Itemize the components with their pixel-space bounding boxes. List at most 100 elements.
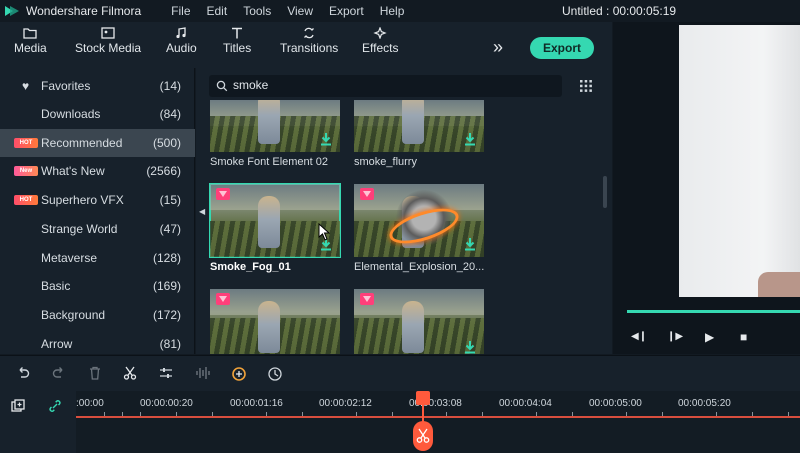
menu-file[interactable]: File <box>171 4 190 18</box>
effects-library: ◀ Smoke Font Element 02 smoke_flurry Smo… <box>196 68 612 354</box>
asset-thumbnail[interactable] <box>210 289 340 354</box>
time-label: 00:00:05:00 <box>589 398 642 409</box>
tab-transitions[interactable]: Transitions <box>280 27 338 55</box>
title-bar: Wondershare Filmora File Edit Tools View… <box>0 0 800 22</box>
menu-view[interactable]: View <box>287 4 313 18</box>
add-track-icon[interactable] <box>11 399 25 413</box>
download-icon[interactable] <box>464 340 476 354</box>
sidebar-item-label: Basic <box>41 279 71 293</box>
project-title: Untitled : 00:00:05:19 <box>562 4 677 18</box>
asset-thumbnail[interactable] <box>354 100 484 152</box>
timeline-toolbar <box>0 355 800 391</box>
export-button[interactable]: Export <box>530 37 594 59</box>
asset-card-smoke-font-element[interactable]: Smoke Font Element 02 <box>210 100 340 168</box>
asset-title: smoke_flurry <box>354 156 417 168</box>
tab-media[interactable]: Media <box>14 27 47 55</box>
speed-icon[interactable] <box>267 366 283 382</box>
time-label: 00:00:02:12 <box>319 398 372 409</box>
sidebar-item-basic[interactable]: Basic (169) <box>0 272 195 300</box>
sidebar-item-downloads[interactable]: Downloads (84) <box>0 100 195 128</box>
tab-transitions-label: Transitions <box>280 41 339 55</box>
sidebar-item-label: Arrow <box>41 337 73 351</box>
menu-help[interactable]: Help <box>380 4 405 18</box>
play-icon[interactable]: ▶ <box>705 330 714 344</box>
sidebar-item-label: Strange World <box>41 222 118 236</box>
premium-gem-icon <box>360 293 374 305</box>
sidebar-item-metaverse[interactable]: Metaverse (128) <box>0 244 195 272</box>
step-back-icon[interactable]: ◀❙ <box>631 331 647 342</box>
sidebar-item-strange-world[interactable]: Strange World (47) <box>0 215 195 243</box>
tab-media-label: Media <box>14 41 47 55</box>
sidebar-item-recommended[interactable]: HOT Recommended (500) <box>0 129 195 157</box>
search-icon <box>216 80 228 92</box>
search-box <box>209 75 562 97</box>
sidebar-item-label: Downloads <box>41 107 101 121</box>
thumb-person <box>258 100 280 144</box>
sidebar-item-label: Superhero VFX <box>41 193 124 207</box>
preview-subject <box>758 272 800 297</box>
sidebar-item-count: (15) <box>159 193 181 207</box>
step-forward-icon[interactable]: ❙▶ <box>667 331 683 342</box>
thumb-person <box>258 196 280 248</box>
audio-waveform-icon[interactable] <box>195 366 211 380</box>
asset-card[interactable] <box>354 289 484 354</box>
main-toolbar: Media Stock Media Audio Titles Transitio… <box>0 22 612 68</box>
timeline-ruler[interactable]: :00:00 00:00:00:20 00:00:01:16 00:00:02:… <box>76 391 800 421</box>
sidebar-item-favorites[interactable]: ♥ Favorites (14) <box>0 72 195 100</box>
collapse-sidebar-icon[interactable]: ◀ <box>199 207 205 216</box>
asset-thumbnail[interactable] <box>354 289 484 354</box>
menu-edit[interactable]: Edit <box>207 4 228 18</box>
undo-icon[interactable] <box>16 366 30 380</box>
playhead-split-button[interactable] <box>413 421 433 451</box>
sidebar-item-count: (84) <box>159 107 181 121</box>
asset-card-smoke-flurry[interactable]: smoke_flurry <box>354 100 484 168</box>
sidebar-item-label: Favorites <box>41 79 91 93</box>
link-icon[interactable] <box>48 399 62 413</box>
tab-stock-media[interactable]: Stock Media <box>75 27 141 55</box>
cut-icon[interactable] <box>123 366 137 380</box>
asset-card-elemental-explosion[interactable]: Elemental_Explosion_20... <box>354 184 484 273</box>
scissors-icon <box>416 428 430 443</box>
asset-thumbnail[interactable] <box>354 184 484 257</box>
sidebar-item-arrow[interactable]: Arrow (81) <box>0 330 195 358</box>
sidebar-item-background[interactable]: Background (172) <box>0 301 195 329</box>
asset-title: Smoke_Fog_01 <box>210 261 291 273</box>
new-badge: New <box>14 166 38 176</box>
menu-tools[interactable]: Tools <box>243 4 271 18</box>
time-label: 00:00:05:20 <box>678 398 731 409</box>
app-name: Wondershare Filmora <box>26 4 142 18</box>
expand-toolbar-icon[interactable]: » <box>493 37 503 58</box>
asset-thumbnail[interactable] <box>210 100 340 152</box>
sidebar-item-count: (47) <box>159 222 181 236</box>
playhead-handle[interactable] <box>416 391 430 405</box>
download-icon[interactable] <box>464 132 476 146</box>
hot-badge: HOT <box>14 195 38 205</box>
delete-icon[interactable] <box>88 366 102 380</box>
asset-card[interactable] <box>210 289 340 354</box>
tab-titles[interactable]: Titles <box>223 27 251 55</box>
color-match-icon[interactable] <box>231 366 247 382</box>
menu-export[interactable]: Export <box>329 4 364 18</box>
tab-audio[interactable]: Audio <box>166 27 197 55</box>
sidebar-item-whats-new[interactable]: New What's New (2566) <box>0 157 195 185</box>
asset-thumbnail[interactable] <box>209 183 341 258</box>
tab-effects[interactable]: Effects <box>362 27 398 55</box>
adjust-icon[interactable] <box>159 366 173 380</box>
library-scrollbar[interactable] <box>603 176 607 208</box>
redo-icon[interactable] <box>52 366 66 380</box>
download-icon[interactable] <box>320 132 332 146</box>
sidebar-item-superhero-vfx[interactable]: HOT Superhero VFX (15) <box>0 186 195 214</box>
grid-view-icon[interactable] <box>580 80 592 92</box>
thumb-person <box>402 301 424 353</box>
download-icon[interactable] <box>464 237 476 251</box>
tab-stock-media-label: Stock Media <box>75 41 142 55</box>
preview-progress-bar[interactable] <box>627 310 800 313</box>
text-icon <box>232 27 243 39</box>
tab-effects-label: Effects <box>362 41 399 55</box>
sidebar-item-count: (128) <box>152 251 181 265</box>
search-input[interactable] <box>233 78 553 92</box>
filmora-logo-icon <box>5 6 19 16</box>
time-label: 00:00:00:20 <box>140 398 193 409</box>
stop-icon[interactable]: ■ <box>740 330 747 344</box>
tab-audio-label: Audio <box>166 41 197 55</box>
